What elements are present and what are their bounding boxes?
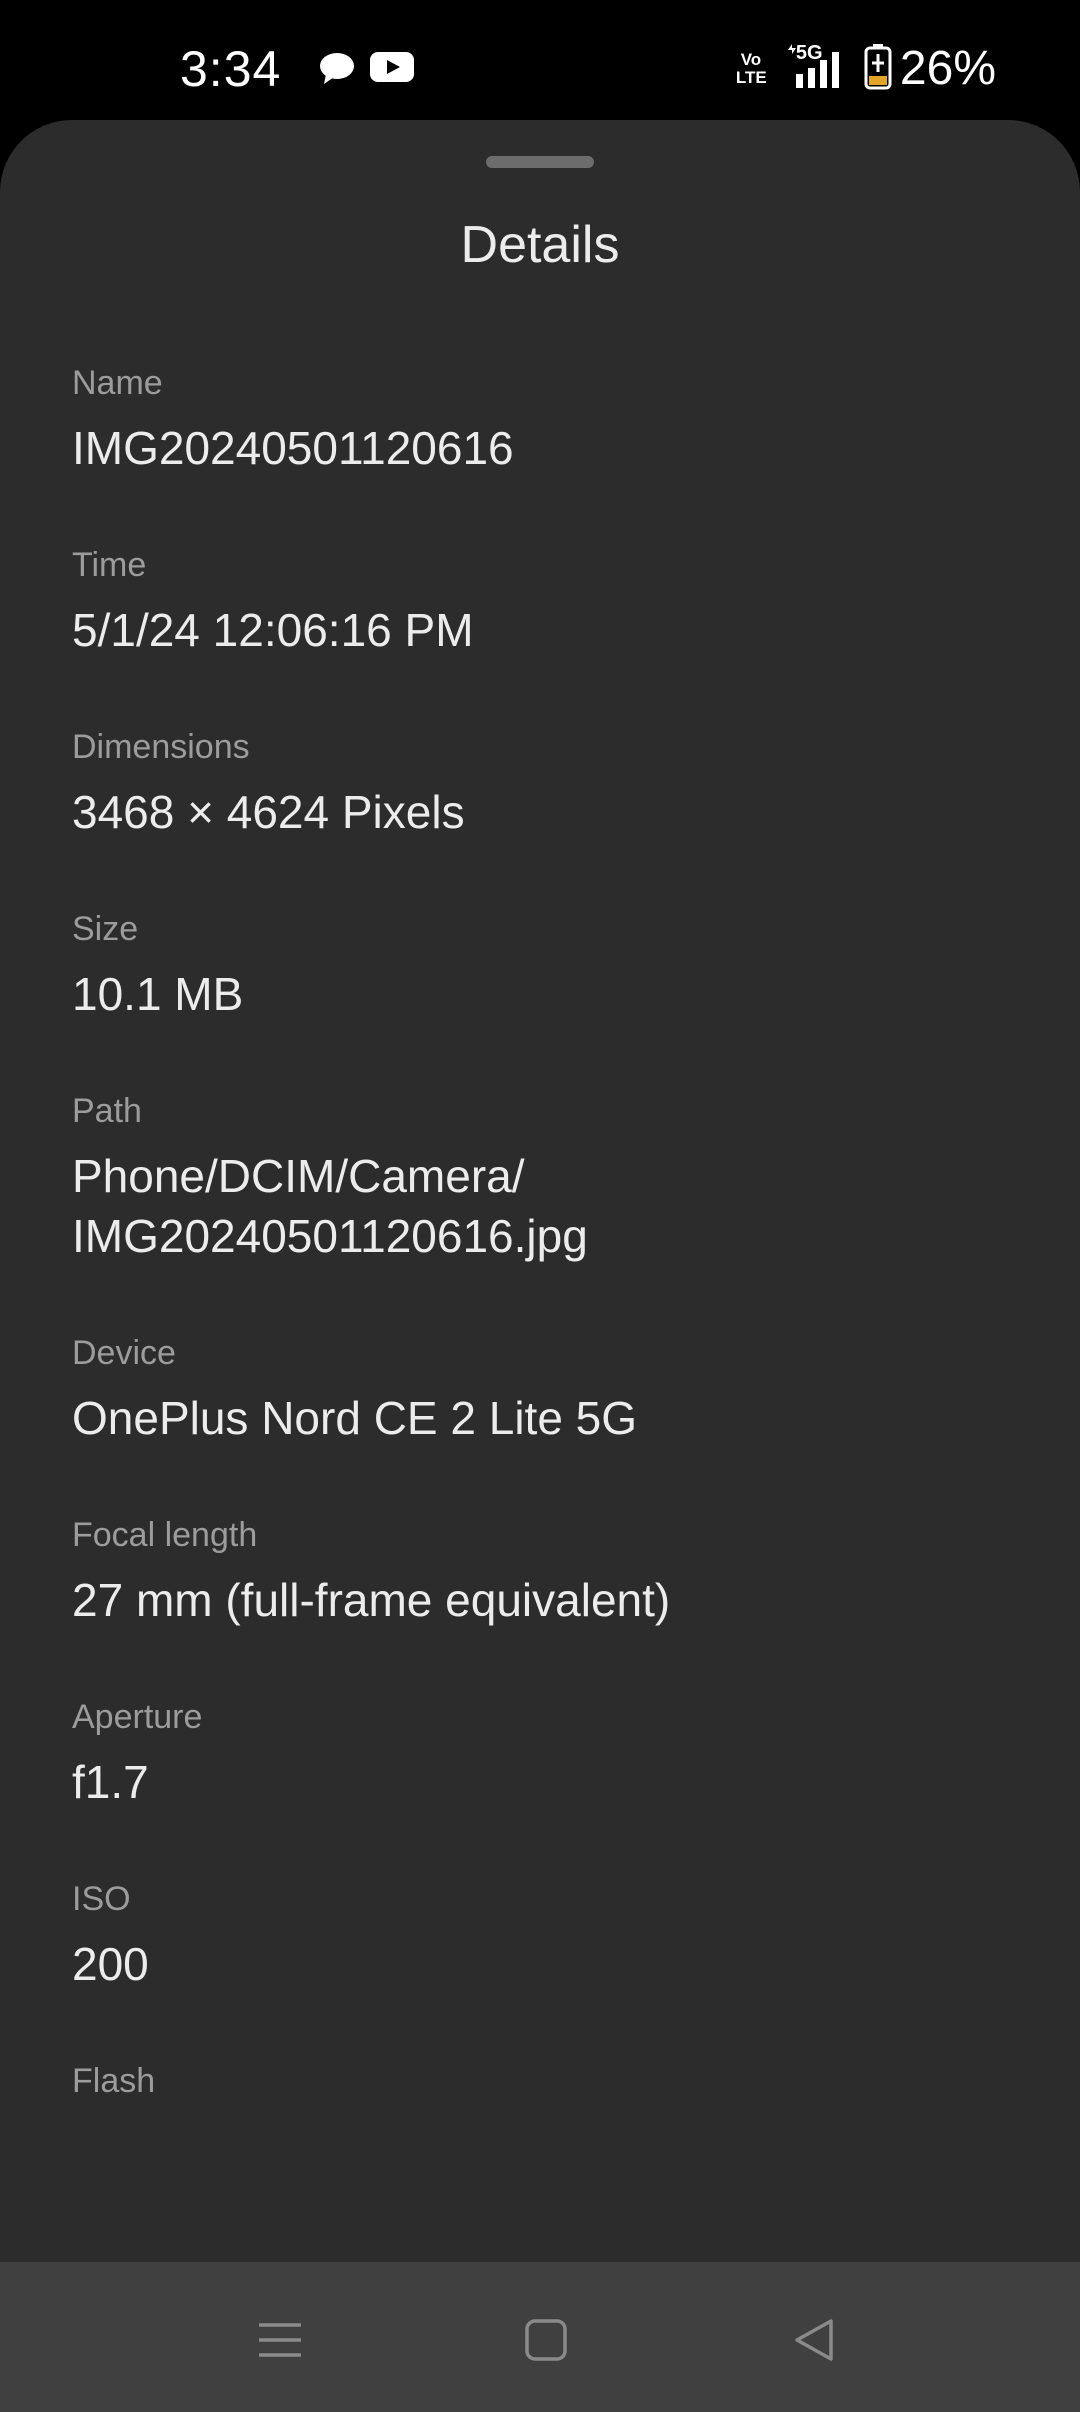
detail-value: f1.7 bbox=[72, 1756, 149, 1808]
detail-row-name: Name IMG20240501120616 bbox=[72, 360, 1012, 478]
detail-value: Phone/DCIM/Camera/ IMG20240501120616.jpg bbox=[72, 1150, 588, 1262]
recents-menu-icon[interactable] bbox=[232, 2292, 328, 2388]
details-list[interactable]: Name IMG20240501120616 Time 5/1/24 12:06… bbox=[72, 360, 1012, 2168]
detail-label: Focal length bbox=[72, 1516, 258, 1554]
detail-value: IMG20240501120616 bbox=[72, 422, 514, 474]
detail-label: ISO bbox=[72, 1880, 131, 1918]
sheet-title: Details bbox=[460, 216, 620, 274]
detail-row-aperture: Aperture f1.7 bbox=[72, 1694, 1012, 1812]
detail-row-dimensions: Dimensions 3468 × 4624 Pixels bbox=[72, 724, 1012, 842]
volte-icon: Vo LTE bbox=[735, 50, 767, 87]
back-triangle-icon[interactable] bbox=[766, 2292, 862, 2388]
detail-label: Aperture bbox=[72, 1698, 203, 1736]
detail-label: Size bbox=[72, 910, 139, 948]
status-indicators: Vo LTE 5G 26% bbox=[736, 36, 996, 102]
details-sheet: Details Name IMG20240501120616 Time 5/1/… bbox=[0, 120, 1080, 2262]
youtube-icon bbox=[370, 50, 414, 89]
detail-value: 5/1/24 12:06:16 PM bbox=[72, 604, 474, 656]
5g-signal-icon: 5G bbox=[784, 42, 850, 94]
detail-value: 27 mm (full-frame equivalent) bbox=[72, 1574, 671, 1626]
detail-row-flash: Flash bbox=[72, 2058, 1012, 2104]
chat-bubble-icon bbox=[318, 50, 356, 93]
detail-label: Time bbox=[72, 546, 147, 584]
detail-label: Path bbox=[72, 1092, 142, 1130]
detail-label: Dimensions bbox=[72, 728, 250, 766]
detail-row-focal-length: Focal length 27 mm (full-frame equivalen… bbox=[72, 1512, 1012, 1630]
detail-row-size: Size 10.1 MB bbox=[72, 906, 1012, 1024]
detail-label: Flash bbox=[72, 2062, 156, 2100]
detail-value: OnePlus Nord CE 2 Lite 5G bbox=[72, 1392, 638, 1444]
status-bar: 3:34 Vo LTE 5G 26% bbox=[0, 0, 1080, 120]
battery-charging-icon bbox=[864, 43, 892, 95]
detail-value: 200 bbox=[72, 1938, 149, 1990]
detail-value: 3468 × 4624 Pixels bbox=[72, 786, 465, 838]
detail-row-time: Time 5/1/24 12:06:16 PM bbox=[72, 542, 1012, 660]
home-square-icon[interactable] bbox=[498, 2292, 594, 2388]
status-time: 3:34 bbox=[180, 41, 282, 97]
navigation-bar bbox=[0, 2262, 1080, 2412]
detail-row-iso: ISO 200 bbox=[72, 1876, 1012, 1994]
drag-handle[interactable] bbox=[486, 156, 594, 168]
detail-label: Name bbox=[72, 364, 163, 402]
detail-value: 10.1 MB bbox=[72, 968, 244, 1020]
detail-row-device: Device OnePlus Nord CE 2 Lite 5G bbox=[72, 1330, 1012, 1448]
detail-row-path: Path Phone/DCIM/Camera/ IMG2024050112061… bbox=[72, 1088, 1012, 1266]
detail-label: Device bbox=[72, 1334, 176, 1372]
battery-percent: 26% bbox=[899, 42, 996, 95]
